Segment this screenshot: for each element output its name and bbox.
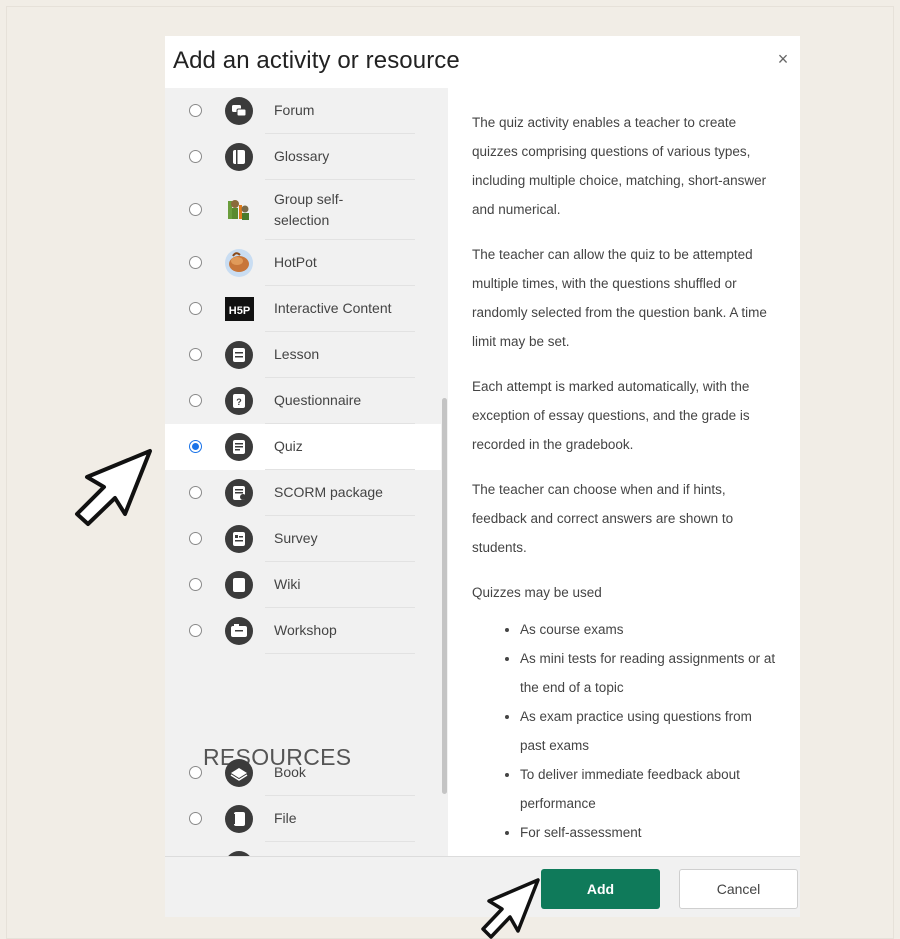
svg-text:?: ? (236, 397, 242, 407)
close-button[interactable]: × (774, 50, 792, 68)
description-paragraph: Each attempt is marked automatically, wi… (472, 379, 750, 452)
list-item-label: HotPot (274, 254, 317, 270)
description-paragraph: The teacher can choose when and if hints… (472, 482, 734, 555)
radio-button[interactable] (189, 624, 202, 637)
hotpot-icon (225, 249, 253, 277)
list-item-label: Group self- selection (274, 191, 344, 228)
lesson-icon (225, 341, 253, 369)
pointer-arrow-icon (481, 878, 540, 939)
list-item-label: Questionnaire (274, 392, 362, 408)
radio-button[interactable] (189, 766, 202, 779)
list-item-survey[interactable]: Survey (165, 516, 441, 562)
glossary-icon (225, 143, 253, 171)
usage-list: As course exams As mini tests for readin… (472, 615, 777, 847)
list-scrollbar[interactable] (442, 398, 447, 794)
add-button[interactable]: Add (541, 869, 660, 909)
usage-list-item: As course exams (520, 615, 777, 644)
radio-button[interactable] (189, 578, 202, 591)
usage-list-item: As exam practice using questions from pa… (520, 702, 777, 760)
list-item-label: Forum (274, 102, 315, 118)
list-item-scorm-package[interactable]: SCORM package (165, 470, 441, 516)
radio-button[interactable] (189, 486, 202, 499)
list-item-hotpot[interactable]: HotPot (165, 240, 441, 286)
usage-list-item: For self-assessment (520, 818, 777, 847)
pointer-arrow-icon (75, 449, 152, 526)
list-item-questionnaire[interactable]: ? Questionnaire (165, 378, 441, 424)
book-icon (225, 759, 253, 787)
survey-icon (225, 525, 253, 553)
description-paragraph: The quiz activity enables a teacher to c… (472, 115, 767, 217)
list-item-label: SCORM package (274, 484, 383, 500)
questionnaire-icon: ? (225, 387, 253, 415)
list-item-quiz[interactable]: Quiz (165, 424, 441, 470)
radio-button[interactable] (189, 348, 202, 361)
list-item-interactive-content[interactable]: H5P Interactive Content (165, 286, 441, 332)
radio-button[interactable] (189, 440, 202, 453)
usage-list-item: To deliver immediate feedback about perf… (520, 760, 777, 818)
list-item-label: Lesson (274, 346, 320, 362)
cancel-button[interactable]: Cancel (679, 869, 798, 909)
forum-icon (225, 97, 253, 125)
modal-header: Add an activity or resource × (165, 36, 800, 88)
group-self-selection-icon (228, 200, 249, 220)
svg-text:H5P: H5P (229, 305, 250, 317)
radio-button[interactable] (189, 104, 202, 117)
workshop-icon (225, 617, 253, 645)
description-paragraph: The teacher can allow the quiz to be att… (472, 247, 767, 349)
radio-button[interactable] (189, 812, 202, 825)
list-item-wiki[interactable]: Wiki (165, 562, 441, 608)
h5p-icon: H5P (225, 297, 254, 321)
list-item-folder[interactable]: Folder (165, 842, 441, 856)
wiki-icon (225, 571, 253, 599)
radio-button[interactable] (189, 150, 202, 163)
row-divider (265, 653, 415, 654)
list-item-label: Interactive Content (274, 300, 392, 316)
list-item-forum[interactable]: Forum (165, 88, 441, 134)
radio-button[interactable] (189, 302, 202, 315)
quiz-icon (225, 433, 253, 461)
list-item-glossary[interactable]: Glossary (165, 134, 441, 180)
list-item-label: Quiz (274, 438, 303, 454)
list-item-label: Wiki (274, 576, 301, 592)
activity-description: The quiz activity enables a teacher to c… (472, 108, 777, 848)
radio-button[interactable] (189, 203, 202, 216)
list-item-label: File (274, 810, 297, 826)
list-item-label: Book (274, 764, 306, 780)
activity-list-panel[interactable]: Forum Glossary Group self- selection HotPot… (165, 88, 448, 856)
add-activity-modal: Add an activity or resource × Forum Gloss… (165, 36, 800, 917)
radio-button[interactable] (189, 256, 202, 269)
list-item-label: Glossary (274, 148, 330, 164)
radio-button[interactable] (189, 532, 202, 545)
list-item-label: Workshop (274, 622, 337, 638)
file-icon (225, 805, 253, 833)
radio-button[interactable] (189, 394, 202, 407)
list-item-file[interactable]: File (165, 796, 441, 842)
description-paragraph: Quizzes may be used (472, 585, 602, 600)
list-item-book[interactable]: Book (165, 750, 441, 796)
list-item-label: Survey (274, 530, 318, 546)
scorm-icon (225, 479, 253, 507)
list-item-lesson[interactable]: Lesson (165, 332, 441, 378)
list-item-group-self-selection[interactable]: Group self- selection (165, 180, 441, 240)
usage-list-item: As mini tests for reading assignments or… (520, 644, 777, 702)
list-item-workshop[interactable]: Workshop (165, 608, 441, 654)
modal-title: Add an activity or resource (173, 47, 460, 74)
